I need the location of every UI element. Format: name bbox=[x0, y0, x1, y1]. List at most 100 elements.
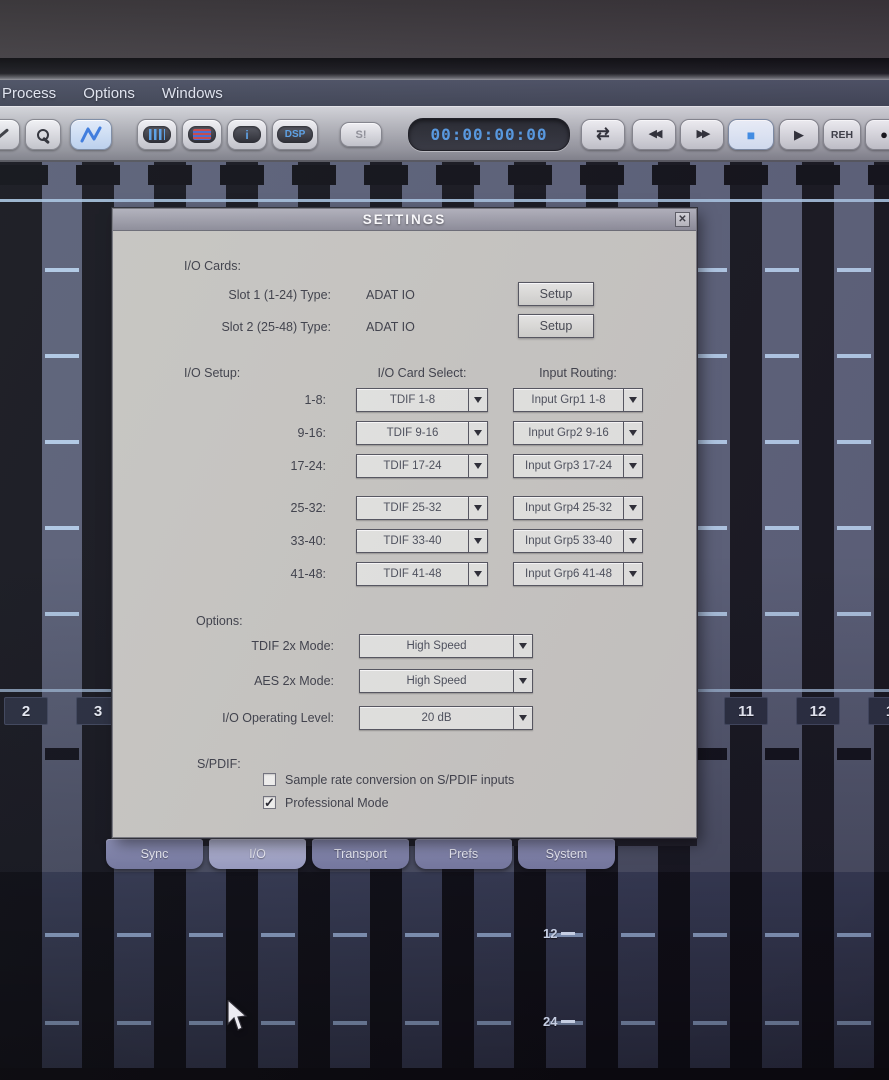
level-bars-icon bbox=[149, 129, 165, 140]
routing-9-16[interactable]: Input Grp2 9-16 bbox=[513, 421, 643, 445]
card-select-25-32[interactable]: TDIF 25-32 bbox=[356, 496, 488, 520]
col-input-routing: Input Routing: bbox=[513, 366, 643, 380]
close-icon: ✕ bbox=[678, 214, 686, 225]
magnify-tool-button[interactable] bbox=[25, 119, 61, 150]
meter-scale-24: 24 bbox=[543, 1014, 575, 1029]
slot2-setup-button[interactable]: Setup bbox=[518, 314, 594, 338]
stop-button[interactable]: ■ bbox=[728, 119, 774, 150]
pencil-tool-button[interactable] bbox=[0, 119, 20, 150]
dropdown-arrow-icon bbox=[629, 505, 637, 511]
menu-item-process[interactable]: Process bbox=[2, 85, 56, 102]
slot1-value: ADAT IO bbox=[366, 288, 415, 302]
dropdown-arrow-icon bbox=[519, 643, 527, 649]
meters-button[interactable] bbox=[137, 119, 177, 150]
slot1-setup-button[interactable]: Setup bbox=[518, 282, 594, 306]
tdif-2x-mode-select[interactable]: High Speed bbox=[359, 634, 533, 658]
routing-17-24[interactable]: Input Grp3 17-24 bbox=[513, 454, 643, 478]
col-card-select: I/O Card Select: bbox=[356, 366, 488, 380]
meter-scale-12: 12 bbox=[543, 926, 575, 941]
mixer-view-button[interactable] bbox=[182, 119, 222, 150]
dropdown-arrow-icon bbox=[474, 430, 482, 436]
channel-number: 12 bbox=[796, 697, 840, 725]
check-icon: ✓ bbox=[264, 796, 275, 809]
routing-33-40[interactable]: Input Grp5 33-40 bbox=[513, 529, 643, 553]
dropdown-arrow-icon bbox=[629, 538, 637, 544]
dropdown-arrow-icon bbox=[629, 430, 637, 436]
rewind-icon: ◀◀ bbox=[649, 129, 660, 140]
fast-forward-button[interactable]: ▶▶ bbox=[680, 119, 724, 150]
tab-io[interactable]: I/O bbox=[209, 839, 306, 869]
routing-25-32[interactable]: Input Grp4 25-32 bbox=[513, 496, 643, 520]
slot2-label: Slot 2 (25-48) Type: bbox=[171, 320, 331, 334]
settings-dialog: SETTINGS ✕ I/O Cards: Slot 1 (1-24) Type… bbox=[112, 208, 697, 838]
dialog-title: SETTINGS bbox=[363, 212, 447, 227]
dialog-titlebar[interactable]: SETTINGS ✕ bbox=[113, 209, 696, 231]
professional-mode-label: Professional Mode bbox=[285, 796, 389, 810]
solo-button[interactable]: S! bbox=[340, 122, 382, 147]
dropdown-arrow-icon bbox=[474, 571, 482, 577]
dropdown-arrow-icon bbox=[629, 571, 637, 577]
record-button[interactable]: ● bbox=[865, 119, 889, 150]
tab-sync[interactable]: Sync bbox=[106, 839, 203, 869]
dsp-icon: DSP bbox=[285, 129, 306, 140]
tab-prefs[interactable]: Prefs bbox=[415, 839, 512, 869]
mouse-cursor bbox=[226, 1000, 248, 1032]
tab-transport[interactable]: Transport bbox=[312, 839, 409, 869]
options-label: Options: bbox=[196, 614, 243, 628]
io-cards-label: I/O Cards: bbox=[184, 259, 241, 273]
rehearse-button[interactable]: REH bbox=[823, 119, 861, 150]
channel-number: 1 bbox=[868, 697, 889, 725]
monitor-bezel-bottom bbox=[0, 1068, 889, 1080]
card-select-41-48[interactable]: TDIF 41-48 bbox=[356, 562, 488, 586]
spdif-label: S/PDIF: bbox=[197, 757, 241, 771]
pencil-icon bbox=[0, 128, 9, 141]
background-wall bbox=[0, 0, 889, 58]
slot2-value: ADAT IO bbox=[366, 320, 415, 334]
dropdown-arrow-icon bbox=[519, 678, 527, 684]
dropdown-arrow-icon bbox=[519, 715, 527, 721]
aes-2x-mode-select[interactable]: High Speed bbox=[359, 669, 533, 693]
professional-mode-checkbox[interactable]: ✓ bbox=[263, 796, 276, 809]
stop-icon: ■ bbox=[747, 128, 755, 142]
dropdown-arrow-icon bbox=[474, 463, 482, 469]
dropdown-arrow-icon bbox=[629, 463, 637, 469]
info-icon: i bbox=[245, 128, 248, 142]
info-button[interactable]: i bbox=[227, 119, 267, 150]
menu-item-options[interactable]: Options bbox=[83, 85, 135, 102]
menu-item-windows[interactable]: Windows bbox=[162, 85, 223, 102]
dropdown-arrow-icon bbox=[474, 538, 482, 544]
magnifier-icon bbox=[36, 128, 50, 142]
rewind-button[interactable]: ◀◀ bbox=[632, 119, 676, 150]
tab-system[interactable]: System bbox=[518, 839, 615, 869]
card-select-17-24[interactable]: TDIF 17-24 bbox=[356, 454, 488, 478]
dropdown-arrow-icon bbox=[474, 505, 482, 511]
timecode-value: 00:00:00:00 bbox=[431, 125, 548, 144]
transport-toolbar: i DSP S! 00:00:00:00 ⇄ ◀◀ ▶▶ ■ ▶ REH bbox=[0, 106, 889, 162]
sample-rate-conversion-checkbox[interactable] bbox=[263, 773, 276, 786]
play-icon: ▶ bbox=[794, 128, 804, 141]
card-select-9-16[interactable]: TDIF 9-16 bbox=[356, 421, 488, 445]
waveform-icon bbox=[80, 126, 102, 144]
slot1-label: Slot 1 (1-24) Type: bbox=[171, 288, 331, 302]
loop-icon: ⇄ bbox=[596, 127, 609, 143]
channel-number: 11 bbox=[724, 697, 768, 725]
record-icon: ● bbox=[880, 128, 888, 141]
dropdown-arrow-icon bbox=[474, 397, 482, 403]
dsp-button[interactable]: DSP bbox=[272, 119, 318, 150]
routing-1-8[interactable]: Input Grp1 1-8 bbox=[513, 388, 643, 412]
loop-button[interactable]: ⇄ bbox=[581, 119, 625, 150]
card-select-33-40[interactable]: TDIF 33-40 bbox=[356, 529, 488, 553]
monitor-bezel-top bbox=[0, 58, 889, 80]
channel-number: 2 bbox=[4, 697, 48, 725]
track-list-icon bbox=[193, 129, 211, 140]
routing-41-48[interactable]: Input Grp6 41-48 bbox=[513, 562, 643, 586]
io-operating-level-select[interactable]: 20 dB bbox=[359, 706, 533, 730]
fast-forward-icon: ▶▶ bbox=[697, 129, 708, 140]
io-setup-label: I/O Setup: bbox=[184, 366, 240, 380]
dropdown-arrow-icon bbox=[629, 397, 637, 403]
screen-photo: Process Options Windows i DSP S! bbox=[0, 0, 889, 1080]
card-select-1-8[interactable]: TDIF 1-8 bbox=[356, 388, 488, 412]
waveform-view-button[interactable] bbox=[70, 119, 112, 150]
play-button[interactable]: ▶ bbox=[779, 119, 819, 150]
close-button[interactable]: ✕ bbox=[675, 212, 690, 227]
